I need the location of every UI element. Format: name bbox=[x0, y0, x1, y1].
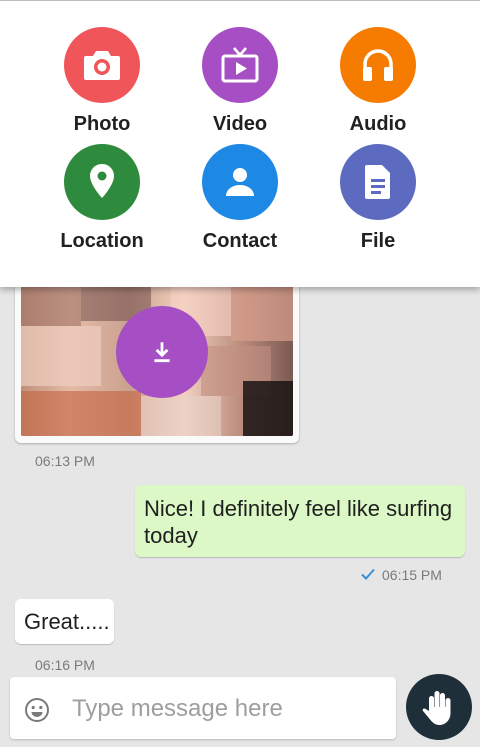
file-button[interactable] bbox=[340, 144, 416, 220]
incoming-message-bubble[interactable]: Great..... bbox=[15, 599, 114, 644]
image-message[interactable] bbox=[15, 270, 299, 443]
option-label: Contact bbox=[202, 230, 278, 252]
message-input[interactable] bbox=[70, 691, 390, 727]
video-button[interactable] bbox=[202, 27, 278, 103]
photo-button[interactable] bbox=[64, 27, 140, 103]
outgoing-message-bubble[interactable]: Nice! I definitely feel like surfing tod… bbox=[135, 485, 465, 557]
attach-photo-option[interactable]: Photo bbox=[32, 27, 172, 136]
send-button[interactable] bbox=[406, 674, 472, 740]
attachment-menu: Photo Video Audio Location Contact File bbox=[0, 0, 480, 287]
message-timestamp: 06:13 PM bbox=[35, 453, 95, 469]
message-timestamp: 06:16 PM bbox=[35, 657, 95, 673]
attach-location-option[interactable]: Location bbox=[32, 144, 172, 253]
option-label: File bbox=[360, 230, 396, 252]
hand-wave-icon bbox=[422, 691, 451, 725]
option-label: Photo bbox=[73, 113, 131, 135]
audio-button[interactable] bbox=[340, 27, 416, 103]
headphones-icon bbox=[363, 49, 393, 81]
attach-contact-option[interactable]: Contact bbox=[170, 144, 310, 253]
location-pin-icon bbox=[90, 164, 114, 198]
attach-audio-option[interactable]: Audio bbox=[308, 27, 448, 136]
download-icon bbox=[154, 342, 170, 363]
tv-play-icon bbox=[221, 47, 259, 83]
option-label: Audio bbox=[349, 113, 407, 135]
contact-person-icon bbox=[226, 168, 254, 196]
location-button[interactable] bbox=[64, 144, 140, 220]
blurred-image-thumbnail[interactable] bbox=[21, 276, 293, 436]
option-label: Location bbox=[60, 230, 144, 252]
option-label: Video bbox=[212, 113, 268, 135]
contact-button[interactable] bbox=[202, 144, 278, 220]
check-icon bbox=[361, 568, 375, 580]
camera-icon bbox=[84, 51, 120, 80]
message-text: Nice! I definitely feel like surfing tod… bbox=[144, 496, 453, 548]
composer-bar bbox=[10, 677, 396, 739]
attach-file-option[interactable]: File bbox=[308, 144, 448, 253]
attach-video-option[interactable]: Video bbox=[170, 27, 310, 136]
message-text: Great..... bbox=[24, 609, 110, 634]
download-button[interactable] bbox=[116, 306, 208, 398]
message-timestamp: 06:15 PM bbox=[382, 567, 442, 583]
document-icon bbox=[365, 165, 390, 199]
emoji-icon[interactable] bbox=[24, 697, 50, 723]
